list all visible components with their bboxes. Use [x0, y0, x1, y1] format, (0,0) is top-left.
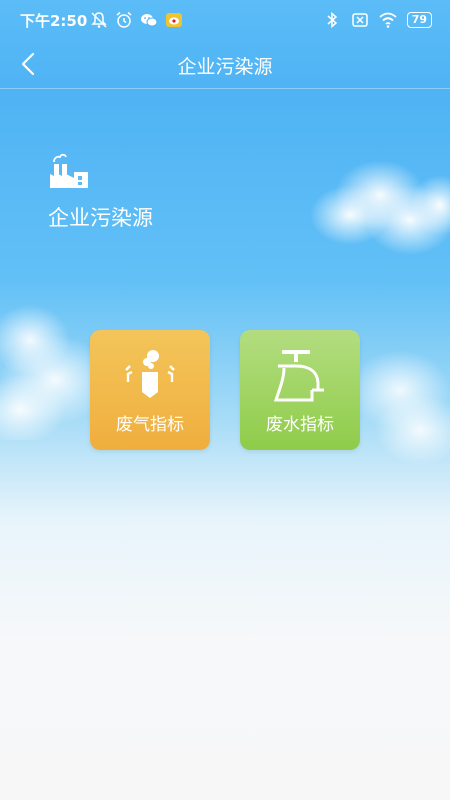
status-notification-icons — [90, 11, 183, 29]
bluetooth-icon — [327, 11, 337, 29]
alarm-icon — [116, 11, 132, 28]
tile-label-gas: 废气指标 — [116, 415, 184, 435]
no-sim-icon — [351, 13, 368, 27]
tile-label-water: 废水指标 — [266, 415, 334, 435]
chimney-smoke-icon — [125, 350, 175, 398]
section-title: 企业污染源 — [48, 206, 153, 230]
faucet-icon — [273, 350, 324, 402]
battery-icon: 79 — [406, 12, 432, 28]
status-time: 下午2:50 — [20, 12, 88, 30]
notification-off-icon — [91, 12, 107, 28]
status-system-icons: 79 — [323, 11, 432, 29]
page-title: 企业污染源 — [177, 56, 273, 78]
wastewater-indicator-button[interactable]: 废水指标 — [240, 330, 360, 450]
title-bar: 企业污染源 — [0, 40, 450, 89]
wechat-icon — [141, 14, 158, 27]
cloud-right-decoration — [310, 160, 450, 255]
exhaust-gas-indicator-button[interactable]: 废气指标 — [90, 330, 210, 450]
status-bar: 下午2:50 79 — [0, 0, 450, 40]
weibo-icon — [166, 13, 182, 27]
wifi-icon — [379, 12, 397, 28]
factory-icon — [50, 153, 88, 188]
